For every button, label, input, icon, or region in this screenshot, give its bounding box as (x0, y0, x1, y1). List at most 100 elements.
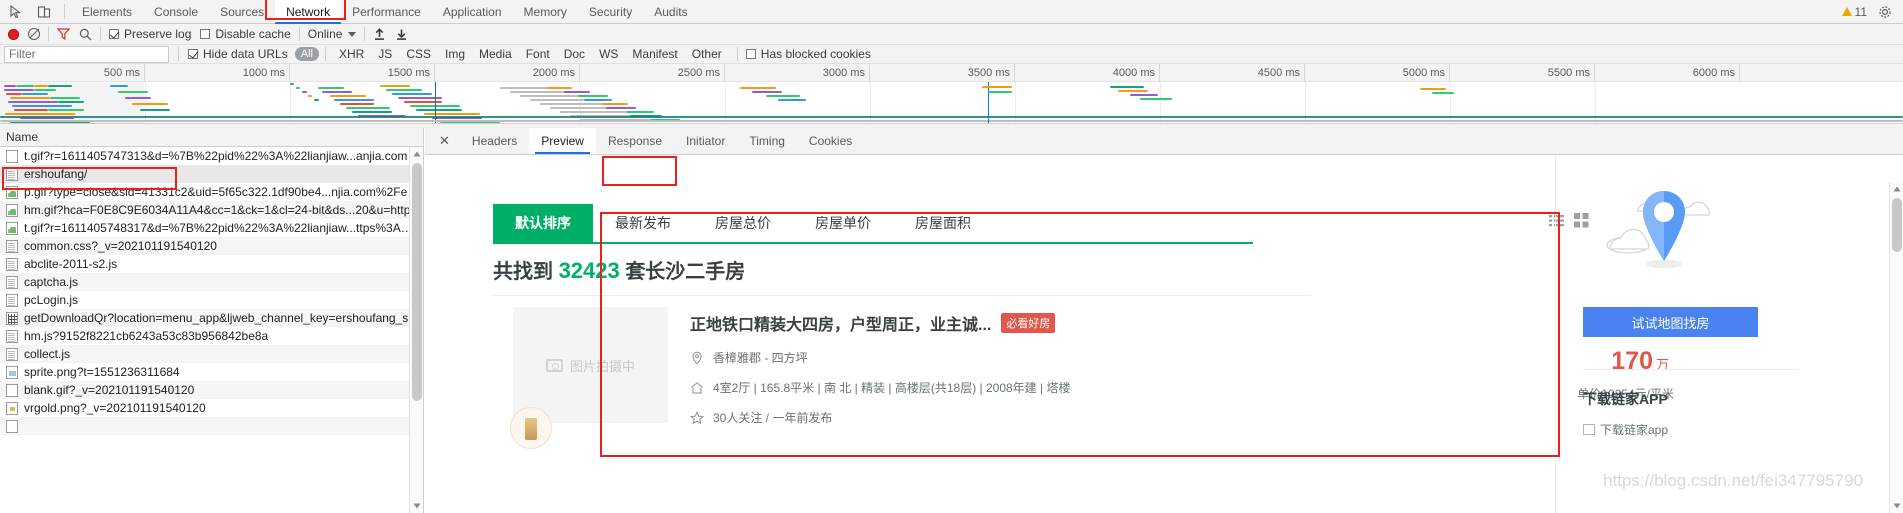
network-overview-graph[interactable] (0, 82, 1903, 128)
table-row[interactable]: vrgold.png?_v=202101191540120 (0, 399, 423, 417)
tab-security[interactable]: Security (578, 0, 643, 24)
image-file-icon (6, 185, 18, 199)
listing-image-placeholder[interactable]: 图片拍摄中 (513, 307, 668, 423)
listing-follow: 30人关注 / 一年前发布 (713, 411, 833, 425)
map-search-button[interactable]: 试试地图找房 (1583, 307, 1758, 337)
disable-cache-checkbox[interactable]: Disable cache (200, 27, 291, 41)
listing-title[interactable]: 正地铁口精装大四房，户型周正，业主诚... 必看好房 (690, 311, 1056, 335)
filter-type-other[interactable]: Other (685, 47, 729, 61)
tab-network[interactable]: Network (275, 0, 342, 24)
table-row[interactable]: t.gif?r=1611405748317&d=%7B%22pid%22%3A%… (0, 219, 423, 237)
table-row[interactable]: sprite.png?t=1551236311684 (0, 363, 423, 381)
document-file-icon (6, 293, 18, 307)
filter-type-all[interactable]: All (294, 47, 319, 61)
tab-sources[interactable]: Sources (209, 0, 275, 24)
table-row[interactable]: ershoufang/ (0, 165, 423, 183)
table-row[interactable]: common.css?_v=202101191540120 (0, 237, 423, 255)
listing-image-label: 图片拍摄中 (569, 358, 635, 374)
tab-application[interactable]: Application (432, 0, 513, 24)
scroll-down-arrow-icon[interactable] (410, 499, 423, 513)
tab-elements[interactable]: Elements (71, 0, 143, 24)
tabbar-right-controls: 11 (1841, 4, 1903, 20)
table-row[interactable]: captcha.js (0, 273, 423, 291)
export-har-icon[interactable] (395, 28, 408, 41)
settings-gear-icon[interactable] (1877, 4, 1893, 20)
request-name: sprite.png?t=1551236311684 (24, 365, 180, 379)
import-har-icon[interactable] (373, 27, 386, 41)
device-toolbar-icon[interactable] (36, 4, 52, 20)
request-list-scrollbar[interactable] (409, 147, 423, 513)
sort-tab-unit-price[interactable]: 房屋单价 (793, 204, 893, 242)
tab-memory-label: Memory (523, 4, 567, 19)
throttling-group: Online (300, 27, 365, 41)
location-pin-icon (690, 351, 704, 365)
preview-scrollbar[interactable] (1889, 182, 1903, 513)
filter-type-doc[interactable]: Doc (557, 47, 592, 61)
filter-type-ws[interactable]: WS (592, 47, 625, 61)
filter-type-manifest[interactable]: Manifest (625, 47, 684, 61)
rendered-page: 默认排序 最新发布 房屋总价 房屋单价 房屋面积 共找到 32423 套长沙二手… (425, 155, 1889, 513)
table-row[interactable]: t.gif?r=1611405747313&d=%7B%22pid%22%3A%… (0, 147, 423, 165)
record-button[interactable] (8, 28, 19, 40)
sort-tab-total-price[interactable]: 房屋总价 (693, 204, 793, 242)
tabbar-separator (64, 4, 65, 19)
tab-memory[interactable]: Memory (513, 0, 578, 24)
table-row[interactable]: blank.gif?_v=202101191540120 (0, 381, 423, 399)
tab-cookies[interactable]: Cookies (797, 128, 864, 154)
chevron-down-icon (348, 31, 357, 37)
tab-console[interactable]: Console (143, 0, 209, 24)
table-row[interactable]: p.gif?type=close&sid=41331c2&uid=5f65c32… (0, 183, 423, 201)
tab-timing[interactable]: Timing (737, 128, 797, 154)
sort-tab-area[interactable]: 房屋面积 (893, 204, 993, 242)
table-row[interactable]: abclite-2011-s2.js (0, 255, 423, 273)
filter-type-css[interactable]: CSS (399, 47, 438, 61)
record-controls (0, 28, 48, 40)
preview-scroll-down-arrow-icon[interactable] (1890, 499, 1903, 513)
search-icon[interactable] (79, 28, 92, 41)
throttling-select[interactable]: Online (308, 27, 357, 41)
filter-type-img[interactable]: Img (438, 47, 472, 61)
request-name: blank.gif?_v=202101191540120 (24, 383, 195, 397)
table-row[interactable]: hm.gif?hca=F0E8C9E6034A11A4&cc=1&ck=1&cl… (0, 201, 423, 219)
close-icon[interactable]: ✕ (429, 128, 460, 154)
tab-response[interactable]: Response (596, 128, 674, 154)
table-row[interactable]: hm.js?9152f8221cb6243a53c83b956842be8a (0, 327, 423, 345)
listing-badge: 必看好房 (1001, 313, 1056, 333)
image-file-icon (6, 221, 18, 235)
hide-data-urls-checkbox[interactable]: Hide data URLs (188, 47, 288, 61)
table-row[interactable]: pcLogin.js (0, 291, 423, 309)
filter-type-font[interactable]: Font (519, 47, 557, 61)
tab-headers[interactable]: Headers (460, 128, 529, 154)
disable-cache-label: Disable cache (215, 27, 291, 41)
tab-initiator[interactable]: Initiator (674, 128, 737, 154)
request-rows: t.gif?r=1611405747313&d=%7B%22pid%22%3A%… (0, 147, 423, 435)
has-blocked-cookies-checkbox[interactable]: Has blocked cookies (745, 47, 871, 61)
scroll-up-arrow-icon[interactable] (410, 147, 423, 161)
filter-type-js[interactable]: JS (371, 47, 399, 61)
clear-button[interactable] (28, 28, 40, 40)
table-row[interactable]: collect.js (0, 345, 423, 363)
sort-tab-default[interactable]: 默认排序 (493, 204, 593, 242)
listing-corner-badge (510, 407, 552, 449)
table-row[interactable]: getDownloadQr?location=menu_app&ljweb_ch… (0, 309, 423, 327)
preserve-log-checkbox[interactable]: Preserve log (109, 27, 191, 41)
preview-scroll-up-arrow-icon[interactable] (1890, 182, 1903, 196)
tab-audits[interactable]: Audits (643, 0, 698, 24)
filter-input[interactable] (4, 45, 169, 63)
filter-type-media[interactable]: Media (472, 47, 519, 61)
filter-type-xhr[interactable]: XHR (332, 47, 371, 61)
request-name: p.gif?type=close&sid=41331c2&uid=5f65c32… (24, 185, 423, 199)
inspect-element-icon[interactable] (8, 4, 24, 20)
tab-performance[interactable]: Performance (341, 0, 432, 24)
request-name: hm.js?9152f8221cb6243a53c83b956842be8a (24, 329, 269, 343)
tab-preview[interactable]: Preview (529, 128, 596, 154)
warning-count[interactable]: 11 (1841, 5, 1867, 19)
table-row[interactable] (0, 417, 423, 435)
list-divider (493, 295, 1311, 296)
sort-tab-newest[interactable]: 最新发布 (593, 204, 693, 242)
sidebar-divider (1583, 369, 1798, 370)
scrollbar-thumb[interactable] (412, 163, 422, 401)
preview-scrollbar-thumb[interactable] (1892, 198, 1902, 252)
vr-image-icon (6, 401, 18, 415)
filter-icon[interactable] (56, 28, 71, 41)
